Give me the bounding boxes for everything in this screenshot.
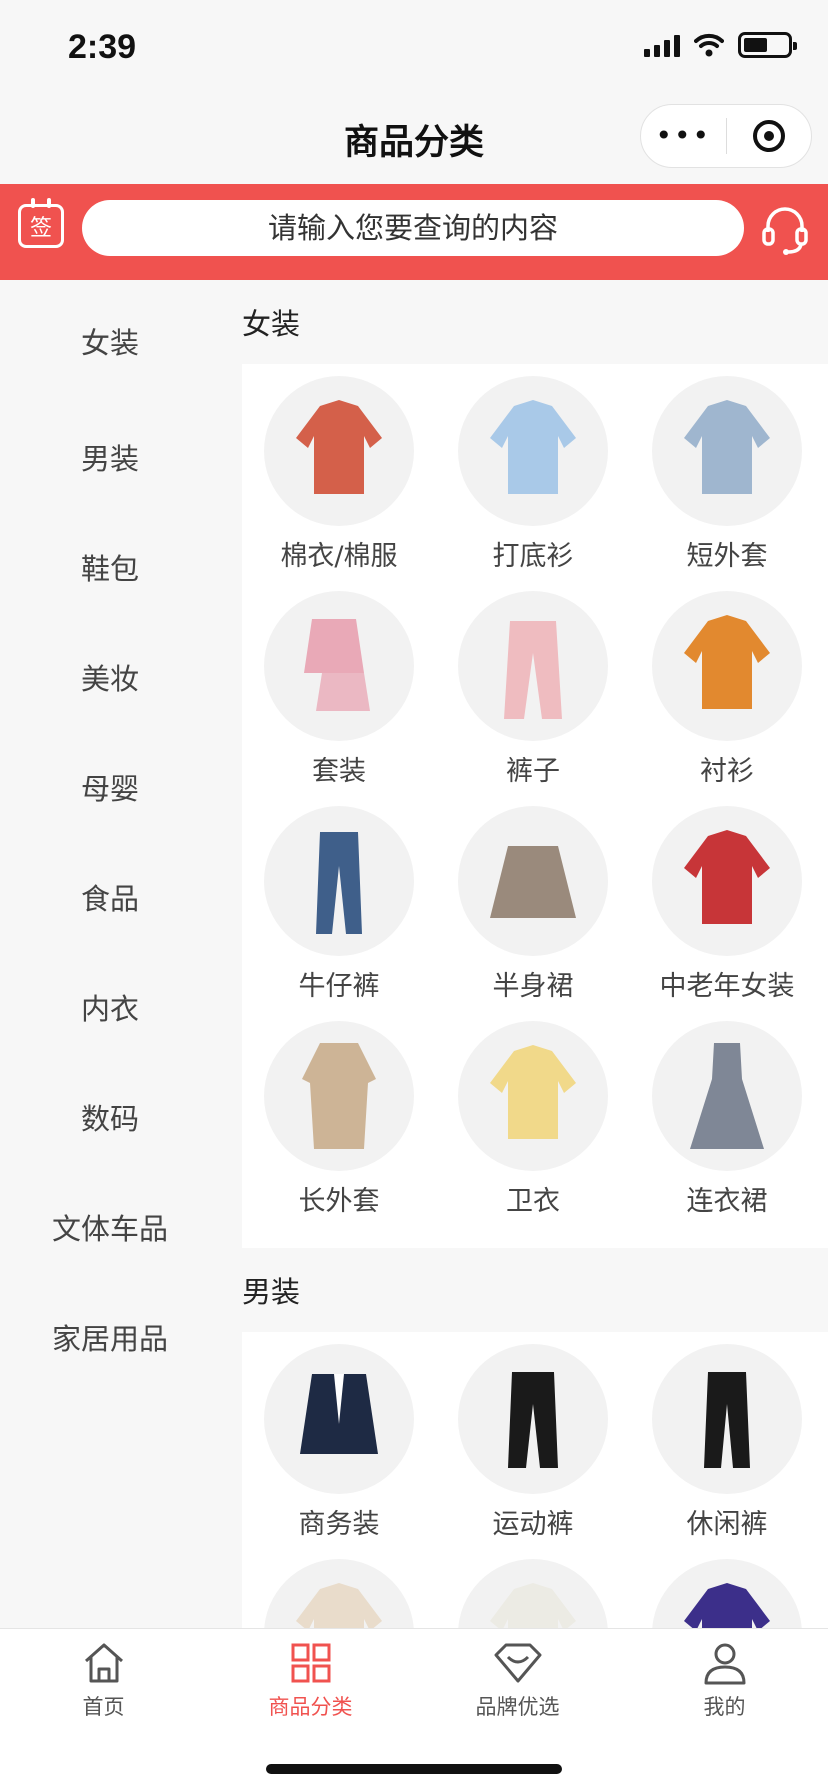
category-item[interactable]: 休闲裤	[630, 1344, 824, 1559]
dress-icon	[652, 1021, 802, 1171]
category-item-label: 连衣裙	[686, 1186, 768, 1217]
suit-icon	[264, 1344, 414, 1494]
jeans-icon	[264, 806, 414, 956]
navigation-bar: 商品分类 •••	[0, 92, 828, 184]
tab-category-label: 商品分类	[268, 1695, 353, 1719]
tab-profile-label: 我的	[703, 1695, 746, 1719]
home-indicator	[266, 1764, 562, 1774]
blouse-icon	[652, 591, 802, 741]
sidebar-item[interactable]: 男装	[0, 402, 220, 512]
category-grid: 商务装 运动裤 休闲裤	[242, 1332, 828, 1628]
sign-in-calendar-icon[interactable]: 签	[18, 198, 64, 248]
category-item[interactable]	[242, 1559, 436, 1628]
tab-home-label: 首页	[82, 1695, 125, 1719]
home-icon	[84, 1643, 123, 1683]
category-item-label: 棉衣/棉服	[280, 541, 398, 572]
pants-icon	[458, 591, 608, 741]
denim-jacket-icon	[652, 376, 802, 526]
category-item-label: 衬衫	[700, 756, 754, 787]
wifi-icon	[694, 33, 724, 57]
tab-home[interactable]: 首页	[0, 1639, 207, 1721]
category-item[interactable]: 运动裤	[436, 1344, 630, 1559]
skirt-icon	[458, 806, 608, 956]
sidebar-item[interactable]: 女装	[0, 280, 220, 402]
sidebar-item[interactable]: 母婴	[0, 732, 220, 842]
tab-brand-label: 品牌优选	[475, 1695, 560, 1719]
sidebar-item[interactable]: 美妆	[0, 622, 220, 732]
category-item[interactable]	[630, 1559, 824, 1628]
more-menu-button[interactable]: •••	[641, 104, 726, 168]
sidebar-item[interactable]: 文体车品	[0, 1172, 220, 1282]
section-title: 女装	[242, 307, 301, 341]
category-item[interactable]	[436, 1559, 630, 1628]
category-item[interactable]: 短外套	[630, 376, 824, 591]
category-item-label: 套装	[312, 756, 366, 787]
puffer-coat-icon	[652, 806, 802, 956]
tab-brand[interactable]: 品牌优选	[414, 1639, 621, 1721]
category-item-label: 打底衫	[492, 541, 574, 572]
category-item-label: 牛仔裤	[298, 971, 380, 1002]
category-item-label: 卫衣	[506, 1186, 560, 1217]
category-item[interactable]: 套装	[242, 591, 436, 806]
category-item-label: 长外套	[298, 1186, 380, 1217]
category-item[interactable]: 商务装	[242, 1344, 436, 1559]
sidebar-item[interactable]: 内衣	[0, 952, 220, 1062]
category-content: 女装棉衣/棉服 打底衫 短外套套装 裤子 衬衫牛仔裤 半身裙 中老年女装长外套 卫衣 连衣裙男装…	[220, 280, 828, 1628]
hoodie-icon	[458, 1021, 608, 1171]
category-item[interactable]: 牛仔裤	[242, 806, 436, 1021]
category-item-label: 裤子	[506, 756, 560, 787]
category-grid: 棉衣/棉服 打底衫 短外套套装 裤子 衬衫牛仔裤 半身裙 中老年女装长外套 卫衣 连衣裙	[242, 364, 828, 1248]
tab-category[interactable]: 商品分类	[207, 1639, 414, 1721]
jogger-icon	[652, 1344, 802, 1494]
battery-icon	[738, 32, 797, 58]
category-item-label: 商务装	[298, 1509, 380, 1540]
status-time: 2:39	[68, 28, 137, 66]
category-item[interactable]: 打底衫	[436, 376, 630, 591]
trench-coat-icon	[264, 1021, 414, 1171]
search-input[interactable]	[82, 200, 744, 256]
skirt-set-icon	[264, 591, 414, 741]
tab-profile[interactable]: 我的	[621, 1639, 828, 1721]
polo-icon	[652, 1559, 802, 1628]
category-item-label: 中老年女装	[659, 971, 795, 1002]
signal-icon	[644, 33, 680, 57]
category-item[interactable]: 棉衣/棉服	[242, 376, 436, 591]
diamond-icon	[494, 1643, 541, 1683]
grid-category-icon	[291, 1643, 330, 1683]
jacket-icon	[458, 1559, 608, 1628]
sidebar-item[interactable]: 家居用品	[0, 1282, 220, 1392]
category-item-label: 运动裤	[492, 1509, 574, 1540]
sweater-icon	[264, 1559, 414, 1628]
record-circle-icon	[752, 120, 785, 152]
category-item[interactable]: 长外套	[242, 1021, 436, 1236]
category-item-label: 半身裙	[492, 971, 574, 1002]
status-bar: 2:39	[0, 0, 828, 92]
mini-program-capsule: •••	[640, 104, 812, 168]
category-item[interactable]: 卫衣	[436, 1021, 630, 1236]
close-program-button[interactable]	[727, 120, 812, 152]
sidebar-item[interactable]: 鞋包	[0, 512, 220, 622]
category-item[interactable]: 中老年女装	[630, 806, 824, 1021]
sweatpants-icon	[458, 1344, 608, 1494]
category-item[interactable]: 衬衫	[630, 591, 824, 806]
category-item[interactable]: 连衣裙	[630, 1021, 824, 1236]
category-item[interactable]: 裤子	[436, 591, 630, 806]
category-item-label: 休闲裤	[686, 1509, 768, 1540]
sidebar-item[interactable]: 食品	[0, 842, 220, 952]
customer-service-headset-icon[interactable]	[760, 202, 810, 258]
user-icon	[704, 1643, 745, 1685]
category-sidebar: 女装 男装 鞋包 美妆 母婴 食品 内衣 数码 文体车品 家居用品	[0, 280, 220, 1628]
category-item[interactable]: 半身裙	[436, 806, 630, 1021]
sidebar-item[interactable]: 数码	[0, 1062, 220, 1172]
section-title: 男装	[242, 1275, 301, 1309]
padded-jacket-icon	[264, 376, 414, 526]
category-item-label: 短外套	[686, 541, 768, 572]
search-bar: 签	[0, 184, 828, 280]
shirt-icon	[458, 376, 608, 526]
